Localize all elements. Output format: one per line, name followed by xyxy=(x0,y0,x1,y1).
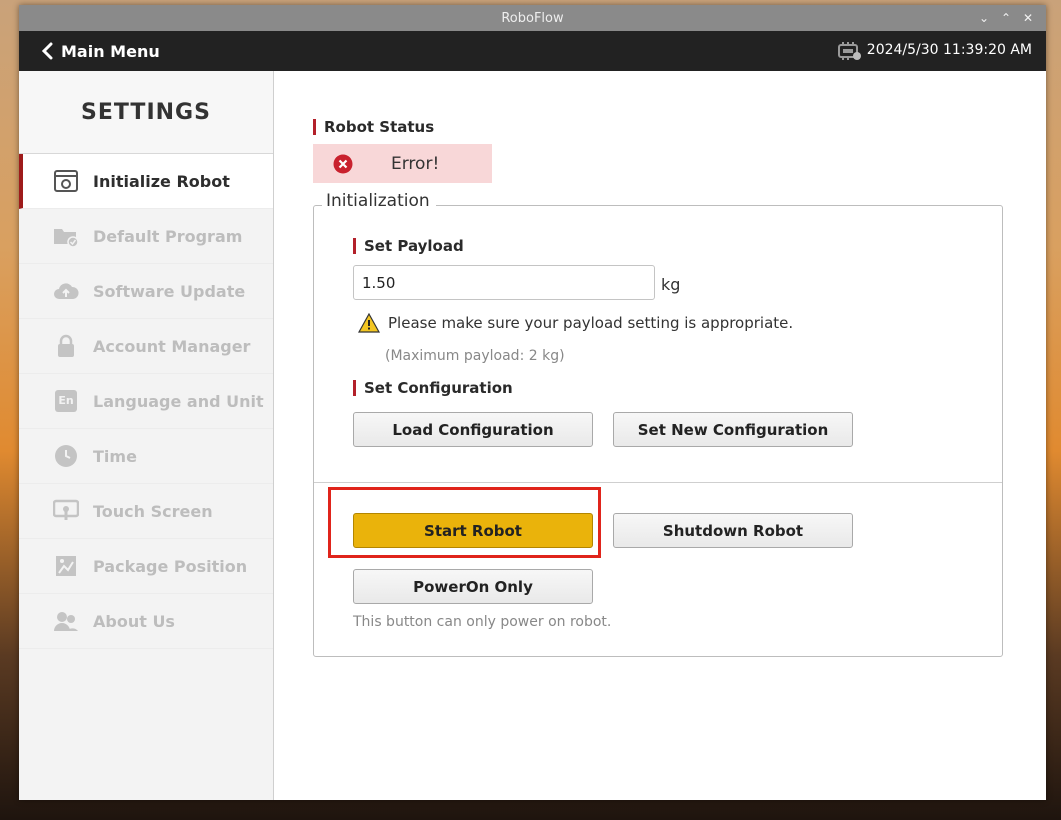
section-divider xyxy=(314,482,1002,483)
robot-status-label: Robot Status xyxy=(313,119,434,135)
status-badge: Error! xyxy=(313,144,492,183)
sidebar-item-label: Initialize Robot xyxy=(93,171,230,191)
sidebar-item-label: Software Update xyxy=(93,281,246,301)
sidebar-item-default-program[interactable]: Default Program xyxy=(19,209,273,264)
warning-text: Please make sure your payload setting is… xyxy=(388,314,794,332)
sidebar-item-software-update[interactable]: Software Update xyxy=(19,264,273,319)
initialize-icon xyxy=(53,168,79,194)
maximize-icon[interactable]: ⌃ xyxy=(998,8,1014,28)
sidebar-item-label: Language and Unit xyxy=(93,391,264,411)
sidebar-item-label: Touch Screen xyxy=(93,501,213,521)
sidebar-item-package-position[interactable]: Package Position xyxy=(19,539,273,594)
settings-sidebar: SETTINGS Initialize Robot Default Progra… xyxy=(19,71,274,800)
payload-unit: kg xyxy=(661,275,681,294)
datetime-display: 2024/5/30 11:39:20 AM xyxy=(866,42,1032,58)
payload-warning: Please make sure your payload setting is… xyxy=(358,313,793,333)
set-new-configuration-button[interactable]: Set New Configuration xyxy=(613,412,853,447)
start-robot-button[interactable]: Start Robot xyxy=(353,513,593,548)
lock-icon xyxy=(53,333,79,359)
sidebar-item-label: Package Position xyxy=(93,556,248,576)
sidebar-item-time[interactable]: Time xyxy=(19,429,273,484)
sidebar-item-touch-screen[interactable]: Touch Screen xyxy=(19,484,273,539)
sidebar-title: SETTINGS xyxy=(19,71,273,154)
load-configuration-button[interactable]: Load Configuration xyxy=(353,412,593,447)
max-payload-hint: (Maximum payload: 2 kg) xyxy=(385,348,565,364)
status-text: Error! xyxy=(391,153,440,174)
poweron-only-button[interactable]: PowerOn Only xyxy=(353,569,593,604)
clock-icon xyxy=(53,443,79,469)
sidebar-item-initialize-robot[interactable]: Initialize Robot xyxy=(19,154,273,209)
app-header: Main Menu 2024/5/30 11:39:20 AM xyxy=(19,31,1046,71)
sidebar-item-label: About Us xyxy=(93,611,175,631)
sidebar-item-label: Time xyxy=(93,446,137,466)
robot-connection-icon xyxy=(838,42,861,60)
warning-icon xyxy=(358,313,380,333)
window-titlebar: RoboFlow ⌄ ⌃ ✕ xyxy=(19,5,1046,31)
sidebar-item-language-and-unit[interactable]: En Language and Unit xyxy=(19,374,273,429)
set-payload-label: Set Payload xyxy=(353,238,464,254)
close-icon[interactable]: ✕ xyxy=(1020,8,1036,28)
window-title: RoboFlow xyxy=(501,10,564,26)
touch-screen-icon xyxy=(53,498,79,524)
language-badge: En xyxy=(55,390,77,412)
set-configuration-label: Set Configuration xyxy=(353,380,513,396)
sidebar-item-about-us[interactable]: About Us xyxy=(19,594,273,649)
poweron-note: This button can only power on robot. xyxy=(353,614,612,630)
back-label: Main Menu xyxy=(61,41,160,61)
shutdown-robot-button[interactable]: Shutdown Robot xyxy=(613,513,853,548)
settings-content: Robot Status Error! Initialization Set P… xyxy=(274,71,1046,800)
minimize-icon[interactable]: ⌄ xyxy=(976,8,992,28)
sidebar-item-label: Default Program xyxy=(93,226,243,246)
error-icon xyxy=(333,154,353,173)
initialization-legend: Initialization xyxy=(322,191,436,211)
package-position-icon xyxy=(53,553,79,579)
sidebar-item-label: Account Manager xyxy=(93,336,251,356)
users-icon xyxy=(53,608,79,634)
cloud-upload-icon xyxy=(53,278,79,304)
language-icon: En xyxy=(53,388,79,414)
payload-input[interactable] xyxy=(353,265,655,300)
chevron-left-icon xyxy=(41,42,53,60)
sidebar-item-account-manager[interactable]: Account Manager xyxy=(19,319,273,374)
back-to-main-menu-button[interactable]: Main Menu xyxy=(41,39,160,63)
folder-check-icon xyxy=(53,223,79,249)
app-window: RoboFlow ⌄ ⌃ ✕ Main Menu 2024/5/30 11:39… xyxy=(19,5,1046,800)
